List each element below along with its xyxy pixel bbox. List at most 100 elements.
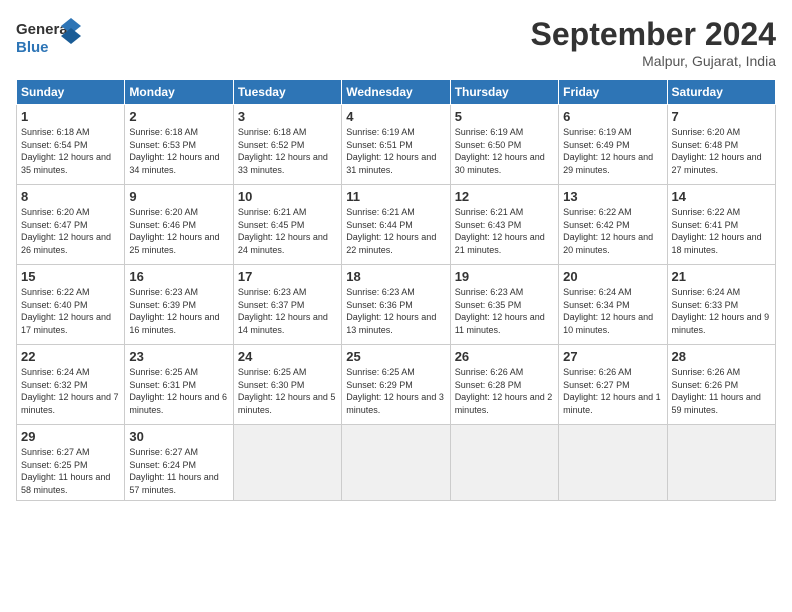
col-tuesday: Tuesday xyxy=(233,80,341,105)
table-row: 9 Sunrise: 6:20 AMSunset: 6:46 PMDayligh… xyxy=(125,185,233,265)
table-row: 8 Sunrise: 6:20 AMSunset: 6:47 PMDayligh… xyxy=(17,185,125,265)
day-number: 30 xyxy=(129,429,228,444)
day-number: 25 xyxy=(346,349,445,364)
day-number: 19 xyxy=(455,269,554,284)
day-number: 28 xyxy=(672,349,771,364)
day-info: Sunrise: 6:22 AMSunset: 6:40 PMDaylight:… xyxy=(21,286,120,336)
day-info: Sunrise: 6:22 AMSunset: 6:42 PMDaylight:… xyxy=(563,206,662,256)
day-number: 14 xyxy=(672,189,771,204)
day-number: 18 xyxy=(346,269,445,284)
header: General Blue September 2024 Malpur, Guja… xyxy=(16,16,776,69)
day-number: 10 xyxy=(238,189,337,204)
day-info: Sunrise: 6:24 AMSunset: 6:33 PMDaylight:… xyxy=(672,286,771,336)
day-number: 16 xyxy=(129,269,228,284)
table-row: 3 Sunrise: 6:18 AMSunset: 6:52 PMDayligh… xyxy=(233,105,341,185)
calendar-table: Sunday Monday Tuesday Wednesday Thursday… xyxy=(16,79,776,501)
day-info: Sunrise: 6:20 AMSunset: 6:48 PMDaylight:… xyxy=(672,126,771,176)
table-row: 15 Sunrise: 6:22 AMSunset: 6:40 PMDaylig… xyxy=(17,265,125,345)
col-monday: Monday xyxy=(125,80,233,105)
day-number: 7 xyxy=(672,109,771,124)
day-number: 13 xyxy=(563,189,662,204)
table-row: 13 Sunrise: 6:22 AMSunset: 6:42 PMDaylig… xyxy=(559,185,667,265)
day-info: Sunrise: 6:26 AMSunset: 6:28 PMDaylight:… xyxy=(455,366,554,416)
table-row: 6 Sunrise: 6:19 AMSunset: 6:49 PMDayligh… xyxy=(559,105,667,185)
table-row: 17 Sunrise: 6:23 AMSunset: 6:37 PMDaylig… xyxy=(233,265,341,345)
calendar-row: 15 Sunrise: 6:22 AMSunset: 6:40 PMDaylig… xyxy=(17,265,776,345)
day-number: 8 xyxy=(21,189,120,204)
col-saturday: Saturday xyxy=(667,80,775,105)
day-info: Sunrise: 6:24 AMSunset: 6:34 PMDaylight:… xyxy=(563,286,662,336)
day-info: Sunrise: 6:21 AMSunset: 6:44 PMDaylight:… xyxy=(346,206,445,256)
day-info: Sunrise: 6:25 AMSunset: 6:29 PMDaylight:… xyxy=(346,366,445,416)
table-row: 19 Sunrise: 6:23 AMSunset: 6:35 PMDaylig… xyxy=(450,265,558,345)
day-info: Sunrise: 6:20 AMSunset: 6:46 PMDaylight:… xyxy=(129,206,228,256)
day-info: Sunrise: 6:18 AMSunset: 6:54 PMDaylight:… xyxy=(21,126,120,176)
col-thursday: Thursday xyxy=(450,80,558,105)
day-number: 22 xyxy=(21,349,120,364)
table-row: 20 Sunrise: 6:24 AMSunset: 6:34 PMDaylig… xyxy=(559,265,667,345)
table-row: 30 Sunrise: 6:27 AMSunset: 6:24 PMDaylig… xyxy=(125,425,233,501)
table-row: 10 Sunrise: 6:21 AMSunset: 6:45 PMDaylig… xyxy=(233,185,341,265)
table-row: 26 Sunrise: 6:26 AMSunset: 6:28 PMDaylig… xyxy=(450,345,558,425)
table-row: 4 Sunrise: 6:19 AMSunset: 6:51 PMDayligh… xyxy=(342,105,450,185)
table-row: 11 Sunrise: 6:21 AMSunset: 6:44 PMDaylig… xyxy=(342,185,450,265)
table-row: 7 Sunrise: 6:20 AMSunset: 6:48 PMDayligh… xyxy=(667,105,775,185)
table-row: 12 Sunrise: 6:21 AMSunset: 6:43 PMDaylig… xyxy=(450,185,558,265)
svg-text:Blue: Blue xyxy=(16,39,49,56)
logo-svg: General Blue xyxy=(16,16,86,60)
day-number: 24 xyxy=(238,349,337,364)
calendar-row: 22 Sunrise: 6:24 AMSunset: 6:32 PMDaylig… xyxy=(17,345,776,425)
day-info: Sunrise: 6:22 AMSunset: 6:41 PMDaylight:… xyxy=(672,206,771,256)
day-info: Sunrise: 6:27 AMSunset: 6:25 PMDaylight:… xyxy=(21,446,120,496)
day-info: Sunrise: 6:20 AMSunset: 6:47 PMDaylight:… xyxy=(21,206,120,256)
day-number: 5 xyxy=(455,109,554,124)
day-info: Sunrise: 6:23 AMSunset: 6:39 PMDaylight:… xyxy=(129,286,228,336)
table-row: 24 Sunrise: 6:25 AMSunset: 6:30 PMDaylig… xyxy=(233,345,341,425)
day-number: 3 xyxy=(238,109,337,124)
day-number: 29 xyxy=(21,429,120,444)
location: Malpur, Gujarat, India xyxy=(531,53,776,69)
day-number: 11 xyxy=(346,189,445,204)
table-row: 18 Sunrise: 6:23 AMSunset: 6:36 PMDaylig… xyxy=(342,265,450,345)
calendar-row: 29 Sunrise: 6:27 AMSunset: 6:25 PMDaylig… xyxy=(17,425,776,501)
day-number: 6 xyxy=(563,109,662,124)
table-row xyxy=(667,425,775,501)
day-info: Sunrise: 6:24 AMSunset: 6:32 PMDaylight:… xyxy=(21,366,120,416)
day-info: Sunrise: 6:18 AMSunset: 6:53 PMDaylight:… xyxy=(129,126,228,176)
day-info: Sunrise: 6:26 AMSunset: 6:26 PMDaylight:… xyxy=(672,366,771,416)
day-info: Sunrise: 6:21 AMSunset: 6:45 PMDaylight:… xyxy=(238,206,337,256)
table-row: 1 Sunrise: 6:18 AMSunset: 6:54 PMDayligh… xyxy=(17,105,125,185)
table-row xyxy=(559,425,667,501)
day-info: Sunrise: 6:25 AMSunset: 6:30 PMDaylight:… xyxy=(238,366,337,416)
calendar-page: General Blue September 2024 Malpur, Guja… xyxy=(0,0,792,612)
day-number: 1 xyxy=(21,109,120,124)
calendar-body: 1 Sunrise: 6:18 AMSunset: 6:54 PMDayligh… xyxy=(17,105,776,501)
day-info: Sunrise: 6:19 AMSunset: 6:51 PMDaylight:… xyxy=(346,126,445,176)
day-number: 17 xyxy=(238,269,337,284)
day-number: 4 xyxy=(346,109,445,124)
table-row: 27 Sunrise: 6:26 AMSunset: 6:27 PMDaylig… xyxy=(559,345,667,425)
day-info: Sunrise: 6:19 AMSunset: 6:49 PMDaylight:… xyxy=(563,126,662,176)
day-number: 9 xyxy=(129,189,228,204)
table-row: 14 Sunrise: 6:22 AMSunset: 6:41 PMDaylig… xyxy=(667,185,775,265)
table-row xyxy=(342,425,450,501)
table-row: 23 Sunrise: 6:25 AMSunset: 6:31 PMDaylig… xyxy=(125,345,233,425)
calendar-row: 8 Sunrise: 6:20 AMSunset: 6:47 PMDayligh… xyxy=(17,185,776,265)
day-number: 26 xyxy=(455,349,554,364)
table-row: 22 Sunrise: 6:24 AMSunset: 6:32 PMDaylig… xyxy=(17,345,125,425)
day-info: Sunrise: 6:21 AMSunset: 6:43 PMDaylight:… xyxy=(455,206,554,256)
day-info: Sunrise: 6:25 AMSunset: 6:31 PMDaylight:… xyxy=(129,366,228,416)
day-info: Sunrise: 6:23 AMSunset: 6:36 PMDaylight:… xyxy=(346,286,445,336)
col-sunday: Sunday xyxy=(17,80,125,105)
day-number: 27 xyxy=(563,349,662,364)
day-number: 15 xyxy=(21,269,120,284)
table-row: 28 Sunrise: 6:26 AMSunset: 6:26 PMDaylig… xyxy=(667,345,775,425)
day-number: 20 xyxy=(563,269,662,284)
day-info: Sunrise: 6:23 AMSunset: 6:37 PMDaylight:… xyxy=(238,286,337,336)
col-wednesday: Wednesday xyxy=(342,80,450,105)
table-row: 29 Sunrise: 6:27 AMSunset: 6:25 PMDaylig… xyxy=(17,425,125,501)
table-row xyxy=(233,425,341,501)
day-info: Sunrise: 6:23 AMSunset: 6:35 PMDaylight:… xyxy=(455,286,554,336)
col-friday: Friday xyxy=(559,80,667,105)
day-info: Sunrise: 6:18 AMSunset: 6:52 PMDaylight:… xyxy=(238,126,337,176)
